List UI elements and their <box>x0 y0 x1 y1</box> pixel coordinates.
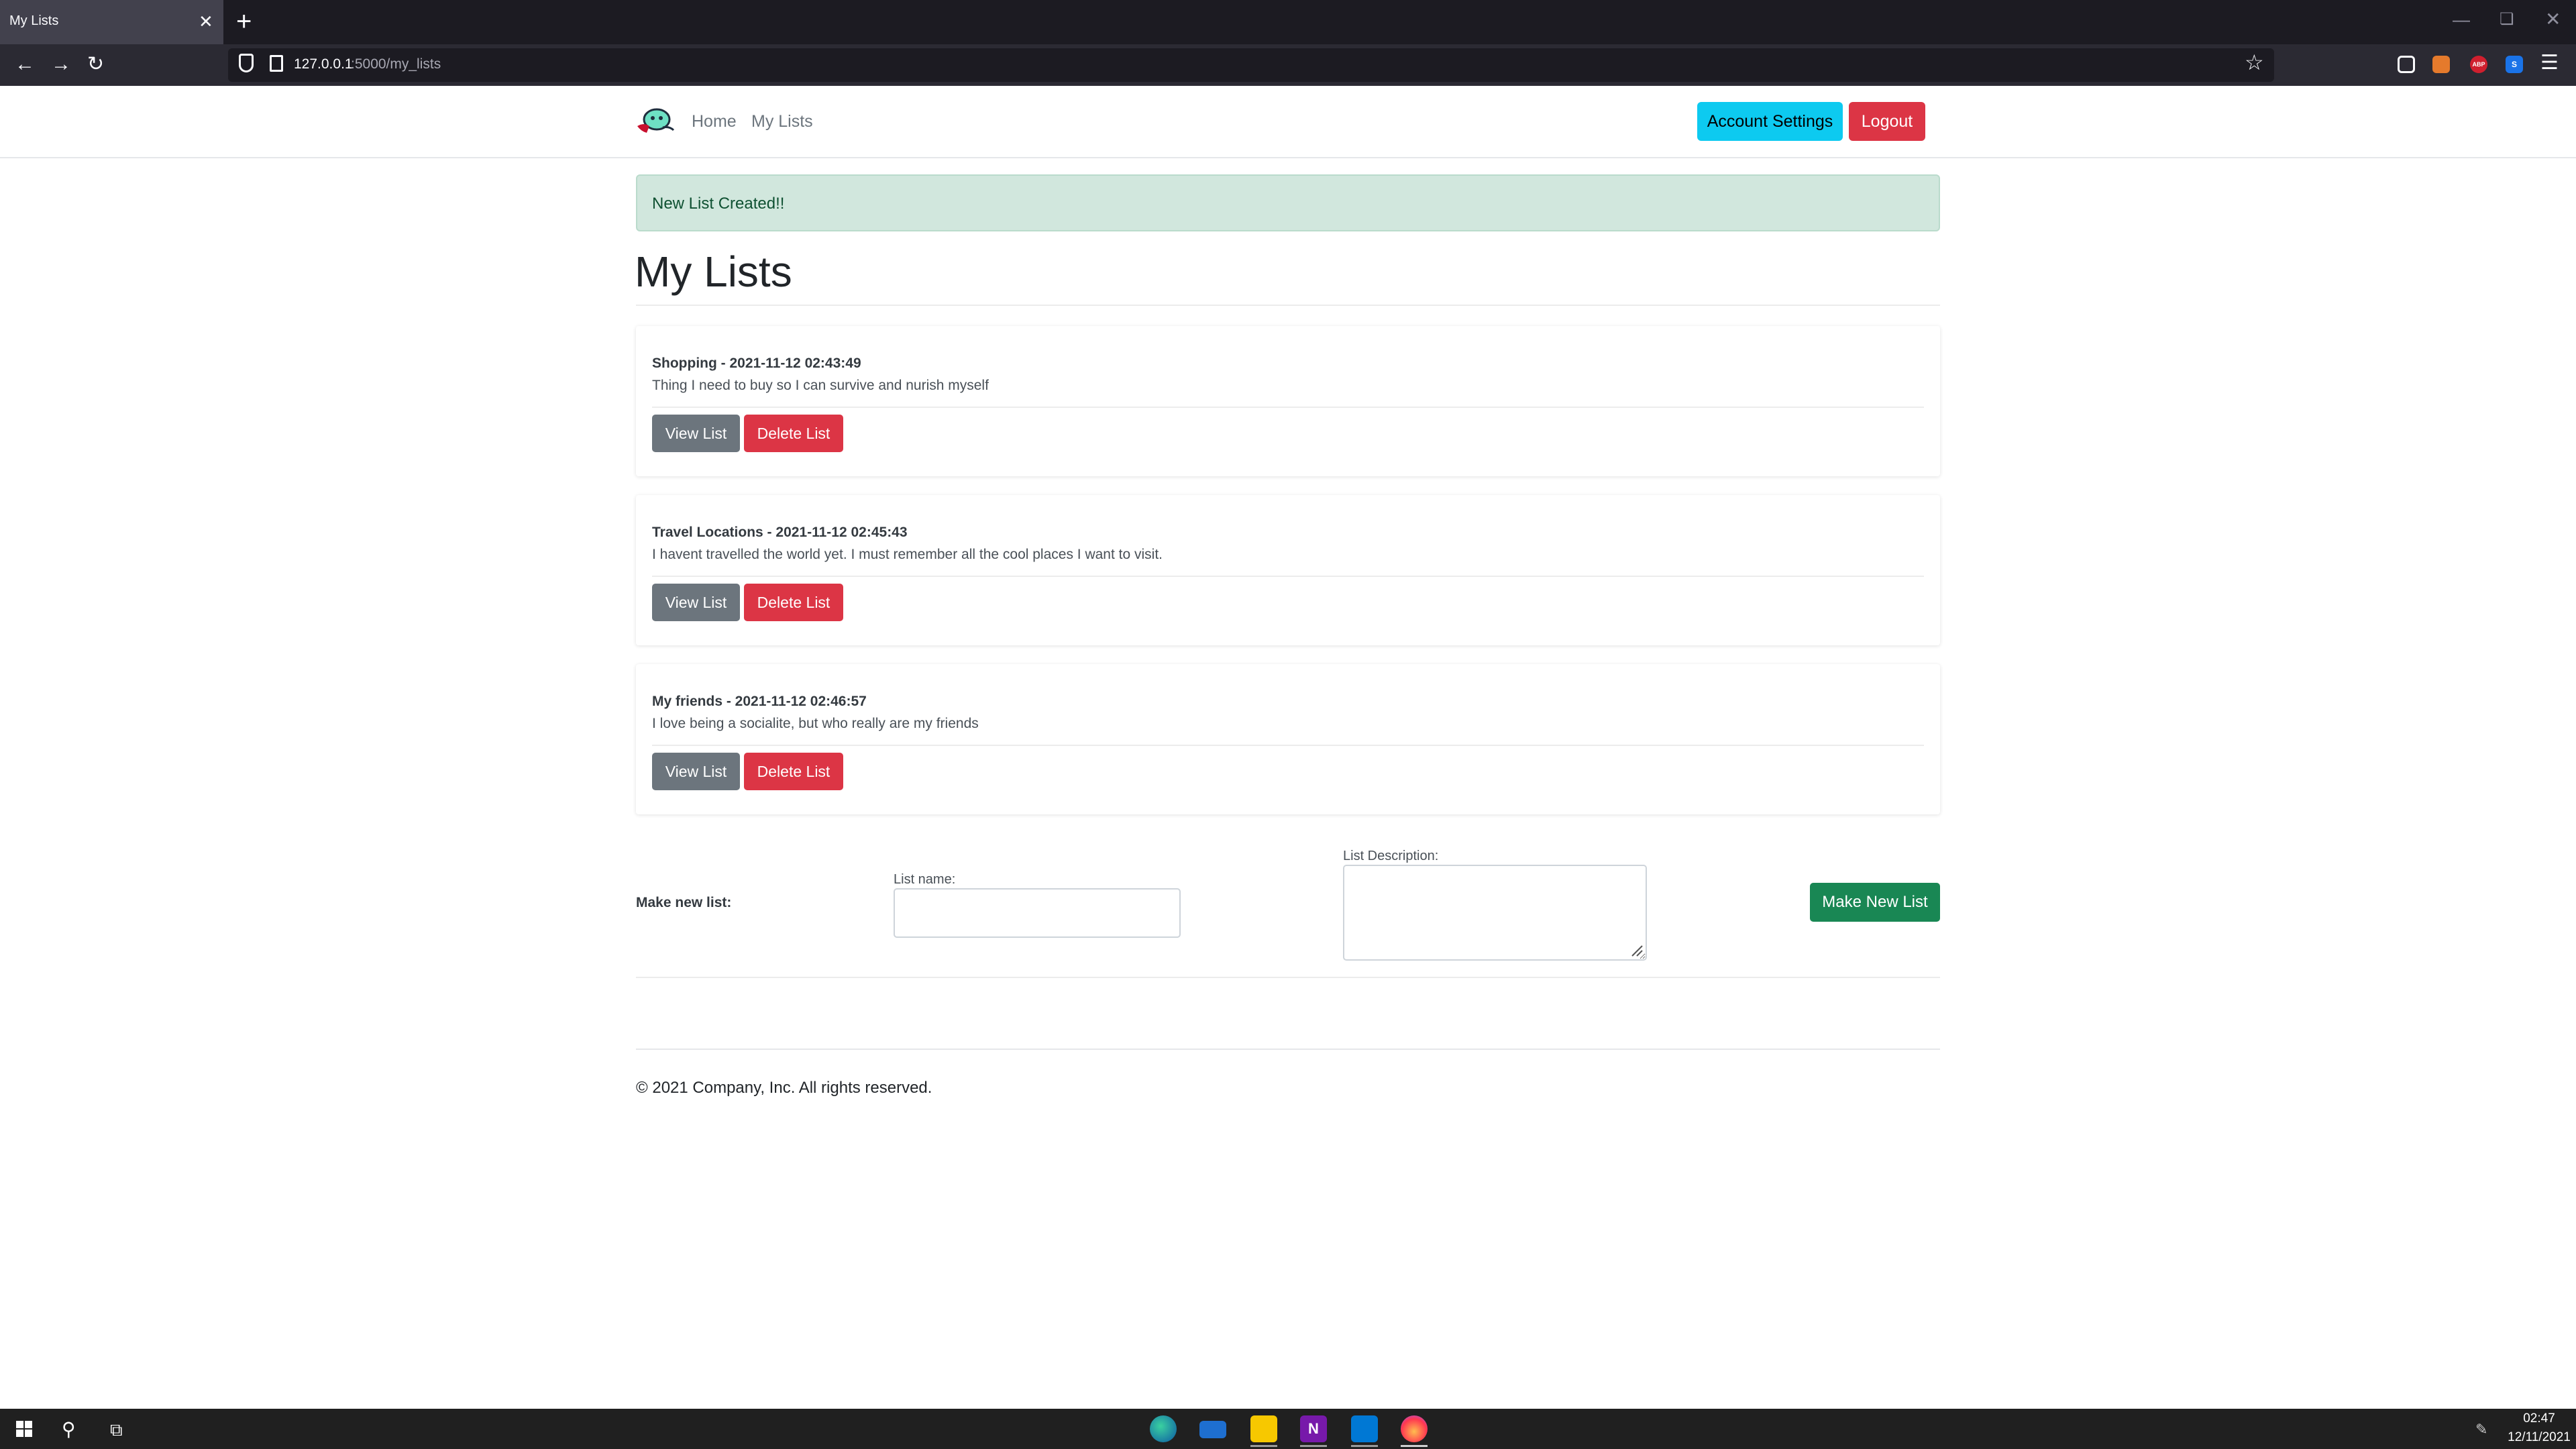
active-app-indicator <box>1401 1445 1428 1447</box>
delete-list-button[interactable]: Delete List <box>744 584 843 621</box>
menu-icon[interactable]: ☰ <box>2540 51 2559 74</box>
delete-list-button[interactable]: Delete List <box>744 415 843 452</box>
clock-time[interactable]: 02:47 <box>2510 1411 2568 1426</box>
list-description-textarea[interactable] <box>1343 865 1647 961</box>
adblock-icon[interactable]: ABP <box>2470 56 2487 73</box>
url-path[interactable]: :5000/my_lists <box>351 56 441 72</box>
vscode-icon[interactable] <box>1351 1415 1378 1442</box>
nav-my-lists-link[interactable]: My Lists <box>751 112 813 131</box>
divider <box>636 305 1940 306</box>
list-card-title: Travel Locations - 2021-11-12 02:45:43 <box>652 525 908 540</box>
active-app-indicator <box>1300 1445 1327 1447</box>
edge-icon[interactable] <box>1150 1415 1177 1442</box>
mail-icon[interactable] <box>1199 1421 1226 1438</box>
resize-handle-icon[interactable] <box>1631 945 1643 957</box>
search-icon[interactable]: ⚲ <box>62 1418 76 1440</box>
new-tab-icon[interactable]: + <box>236 7 252 36</box>
list-name-label: List name: <box>894 872 956 887</box>
minimize-icon[interactable]: — <box>2453 9 2470 30</box>
forward-icon[interactable]: → <box>51 52 71 76</box>
view-list-button[interactable]: View List <box>652 415 740 452</box>
footer-divider <box>636 1049 1940 1050</box>
logo-icon[interactable] <box>636 106 675 137</box>
success-alert <box>636 174 1940 231</box>
logout-button[interactable]: Logout <box>1849 102 1925 141</box>
pocket-icon[interactable] <box>2398 56 2415 73</box>
active-app-indicator <box>1351 1445 1378 1447</box>
star-icon[interactable]: ☆ <box>2245 50 2264 75</box>
page-icon[interactable] <box>270 55 283 72</box>
nav-home-link[interactable]: Home <box>692 112 737 131</box>
tab-close-icon[interactable]: ✕ <box>199 11 213 32</box>
divider <box>652 407 1924 408</box>
list-card-title: Shopping - 2021-11-12 02:43:49 <box>652 356 861 371</box>
list-card-description: Thing I need to buy so I can survive and… <box>652 378 989 393</box>
footer-copyright: © 2021 Company, Inc. All rights reserved… <box>636 1079 932 1097</box>
site-header <box>0 86 2576 158</box>
shield-icon[interactable] <box>239 54 254 72</box>
taskbar <box>0 1409 2576 1449</box>
list-card-title: My friends - 2021-11-12 02:46:57 <box>652 694 867 709</box>
view-list-button[interactable]: View List <box>652 584 740 621</box>
divider <box>652 576 1924 577</box>
onenote-icon[interactable]: N <box>1300 1415 1327 1442</box>
account-settings-button[interactable]: Account Settings <box>1697 102 1843 141</box>
divider <box>652 745 1924 746</box>
back-icon[interactable]: ← <box>15 52 35 76</box>
delete-list-button[interactable]: Delete List <box>744 753 843 790</box>
pen-tray-icon[interactable]: ✎ <box>2475 1421 2487 1438</box>
browser-tab-bar <box>0 0 2576 44</box>
page-title: My Lists <box>635 248 792 296</box>
make-new-list-button[interactable]: Make New List <box>1810 883 1940 922</box>
firefox-icon[interactable] <box>1401 1415 1428 1442</box>
list-card: My friends - 2021-11-12 02:46:57 I love … <box>636 664 1940 814</box>
view-list-button[interactable]: View List <box>652 753 740 790</box>
fox-extension-icon[interactable] <box>2432 56 2450 73</box>
windows-start-icon[interactable] <box>16 1421 32 1437</box>
tab-title: My Lists <box>9 13 59 28</box>
list-card-description: I love being a socialite, but who really… <box>652 716 979 731</box>
task-view-icon[interactable]: ⧉ <box>110 1419 123 1441</box>
divider <box>636 977 1940 978</box>
reload-icon[interactable]: ↻ <box>87 52 104 76</box>
clock-date[interactable]: 12/11/2021 <box>2502 1430 2576 1445</box>
s-extension-icon[interactable]: S <box>2506 56 2523 73</box>
url-host[interactable]: 127.0.0.1 <box>294 56 353 72</box>
make-new-list-label: Make new list: <box>636 895 732 910</box>
active-app-indicator <box>1250 1445 1277 1447</box>
list-card: Shopping - 2021-11-12 02:43:49 Thing I n… <box>636 326 1940 476</box>
window-close-icon[interactable]: ✕ <box>2545 8 2561 30</box>
list-description-label: List Description: <box>1343 849 1439 863</box>
alert-text: New List Created!! <box>652 195 785 213</box>
list-card: Travel Locations - 2021-11-12 02:45:43 I… <box>636 495 1940 645</box>
sticky-notes-icon[interactable] <box>1250 1415 1277 1442</box>
list-card-description: I havent travelled the world yet. I must… <box>652 547 1163 562</box>
restore-icon[interactable]: ❏ <box>2500 9 2514 29</box>
list-name-input[interactable] <box>894 888 1181 938</box>
url-bar[interactable] <box>228 48 2274 82</box>
